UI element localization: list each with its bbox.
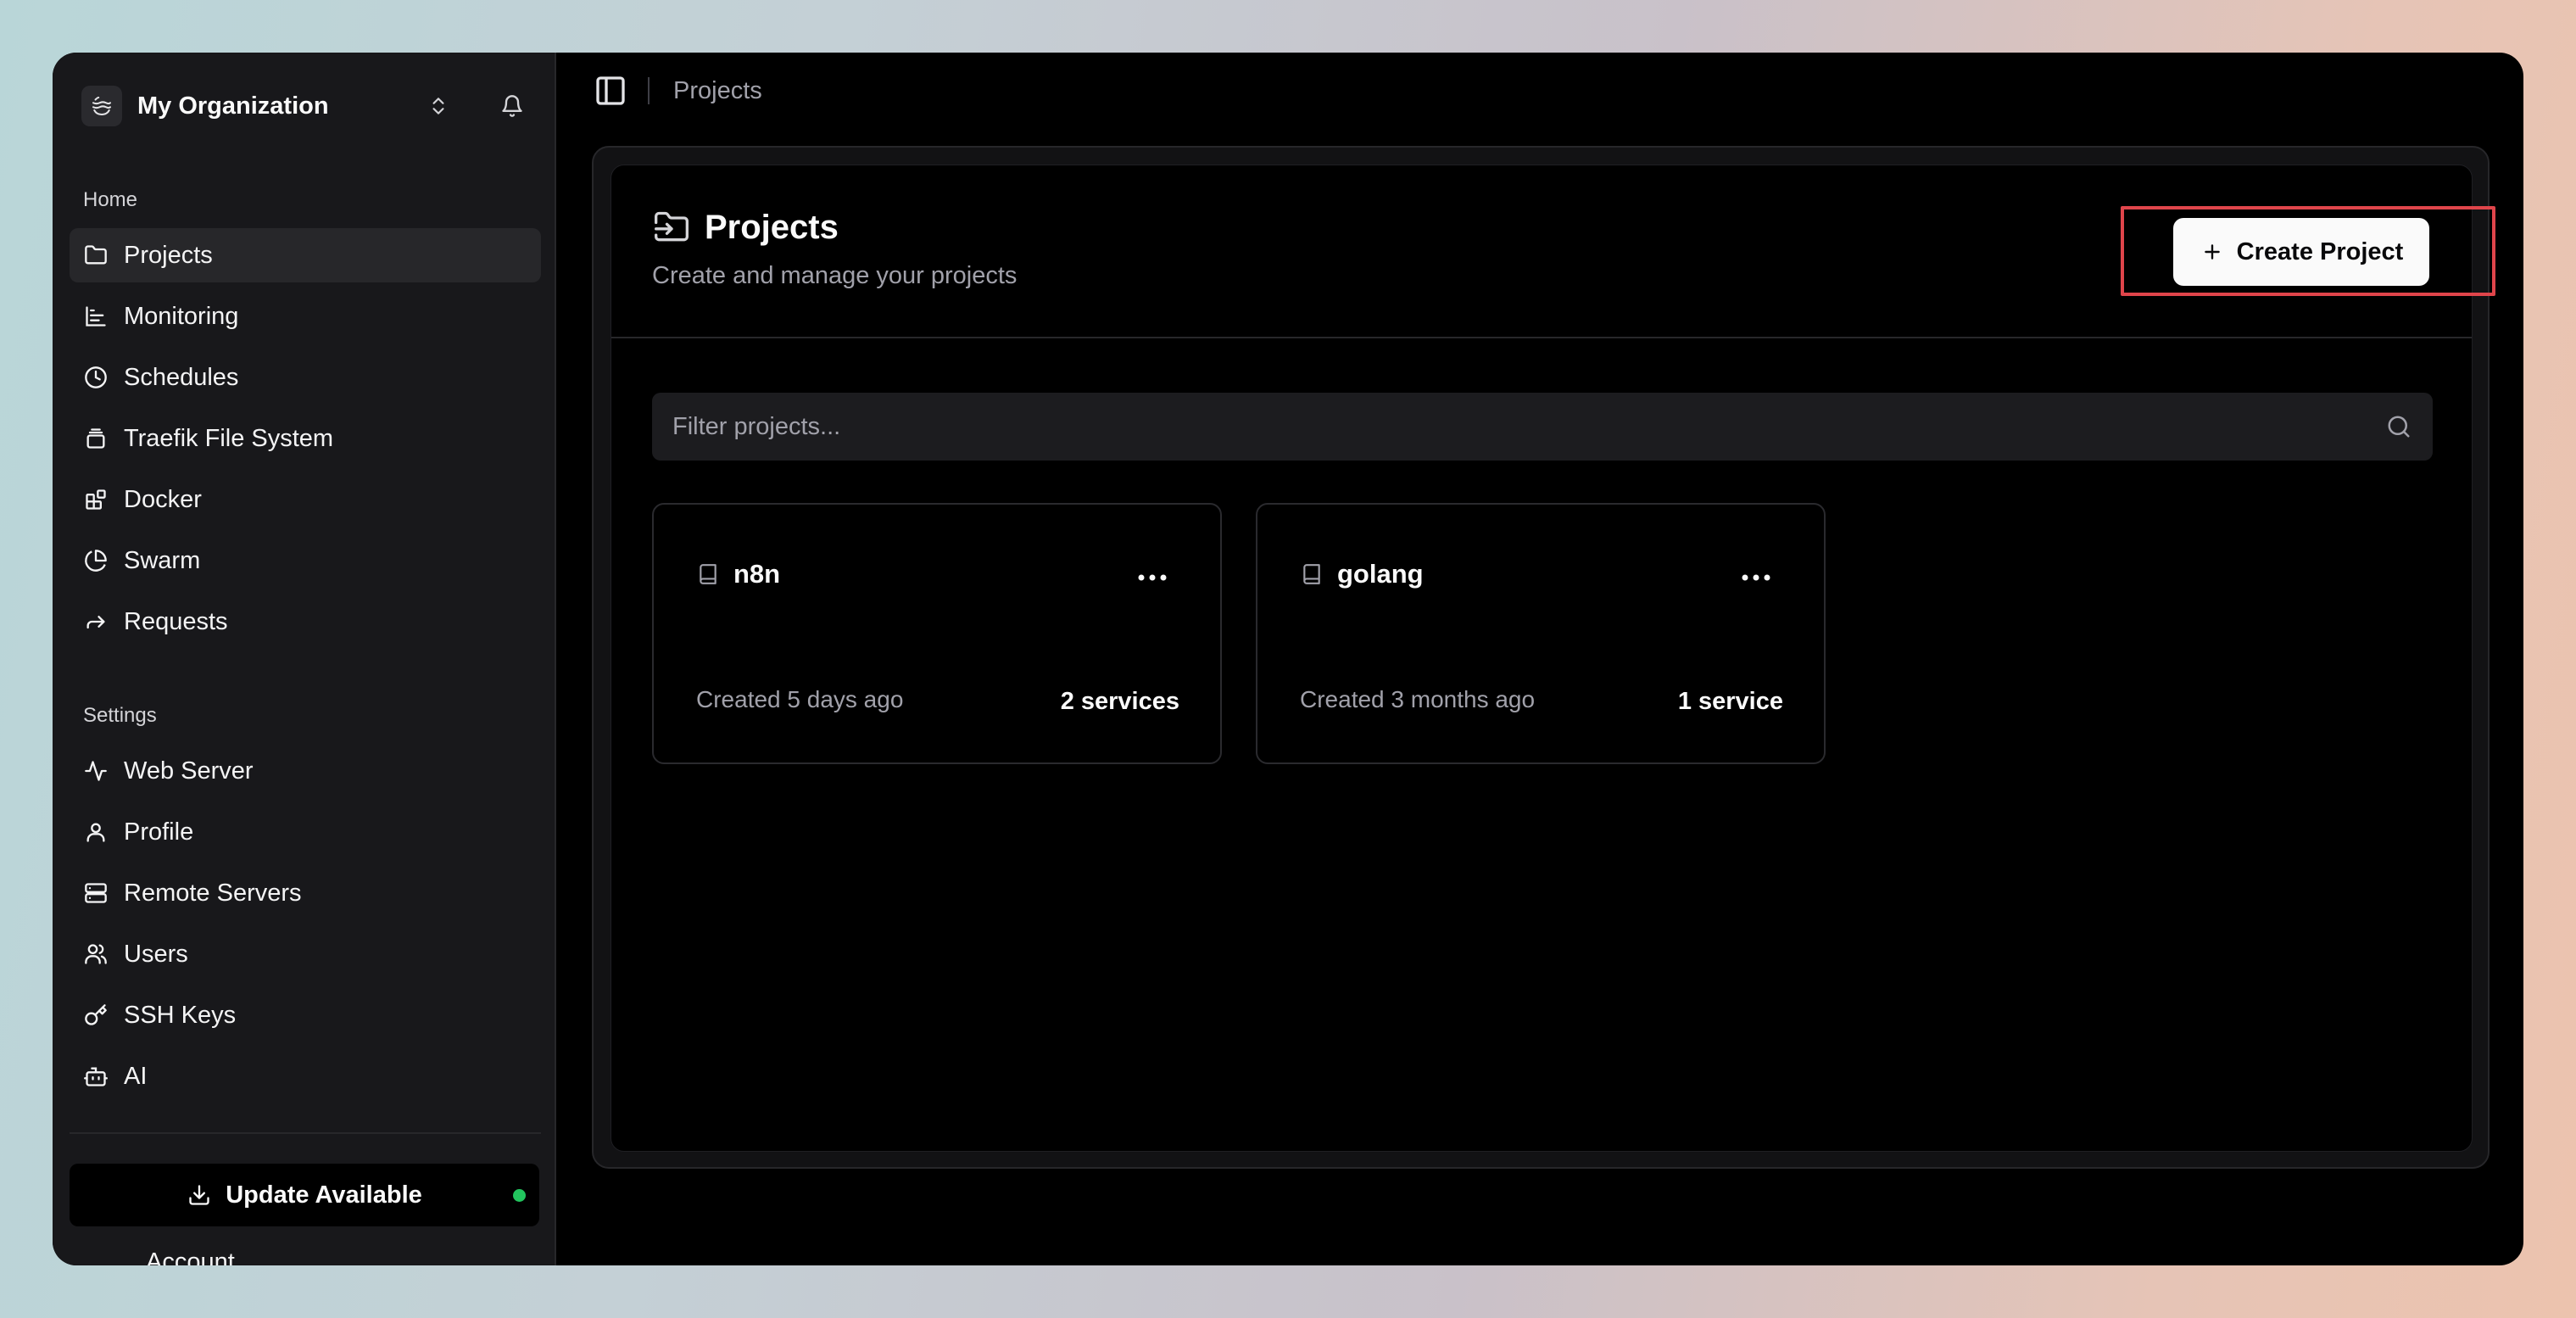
- book-icon: [1300, 561, 1324, 588]
- page-subtitle: Create and manage your projects: [652, 262, 1018, 289]
- update-label: Update Available: [226, 1181, 422, 1209]
- folder-input-icon: [652, 208, 691, 247]
- download-icon: [187, 1182, 212, 1208]
- sidebar-item-label: Swarm: [124, 546, 201, 574]
- org-name: My Organization: [137, 92, 329, 120]
- server-icon: [83, 880, 109, 906]
- clock-icon: [83, 365, 109, 390]
- sidebar-item-label: Traefik File System: [124, 424, 334, 452]
- sidebar-item-traefik-file-system[interactable]: Traefik File System: [70, 411, 541, 466]
- project-name: n8n: [733, 559, 781, 589]
- plus-icon: [2200, 239, 2225, 265]
- home-section-label: Home: [83, 188, 138, 211]
- filter-projects-field[interactable]: [652, 393, 2433, 461]
- sidebar-item-ssh-keys[interactable]: SSH Keys: [70, 988, 541, 1042]
- more-options-icon[interactable]: [1739, 569, 1773, 586]
- project-created: Created 5 days ago: [696, 686, 904, 712]
- sidebar-item-label: Schedules: [124, 363, 239, 391]
- forward-arrow-icon: [83, 609, 109, 634]
- app-window: My Organization Home Projects Monitoring: [53, 53, 2523, 1265]
- key-icon: [83, 1002, 109, 1028]
- page-title: Projects: [705, 208, 839, 246]
- more-options-icon[interactable]: [1135, 569, 1169, 586]
- sidebar-item-label: Monitoring: [124, 302, 239, 330]
- project-created: Created 3 months ago: [1300, 686, 1536, 712]
- sidebar-item-label: SSH Keys: [124, 1001, 237, 1029]
- create-project-button[interactable]: Create Project: [2173, 218, 2429, 286]
- blocks-icon: [83, 487, 109, 512]
- bot-icon: [83, 1064, 109, 1089]
- sidebar-item-swarm[interactable]: Swarm: [70, 533, 541, 588]
- sidebar-item-label: Web Server: [124, 757, 254, 785]
- sidebar-item-label: Remote Servers: [124, 879, 302, 907]
- sidebar-item-schedules[interactable]: Schedules: [70, 350, 541, 405]
- sidebar-divider: [70, 1132, 541, 1134]
- project-services-count: 2 services: [1060, 688, 1179, 715]
- sidebar-item-docker[interactable]: Docker: [70, 472, 541, 527]
- topbar-separator: [648, 77, 650, 104]
- layers-icon: [83, 426, 109, 451]
- update-available-button[interactable]: Update Available: [70, 1164, 539, 1226]
- projects-card: Projects Create and manage your projects…: [611, 165, 2495, 1152]
- chart-icon: [83, 304, 109, 329]
- update-status-dot: [513, 1189, 526, 1202]
- project-services-count: 1 service: [1677, 688, 1783, 715]
- main-content: Projects Projects Create and manage your…: [556, 53, 2523, 1265]
- sidebar-item-web-server[interactable]: Web Server: [70, 744, 541, 798]
- project-card-n8n[interactable]: n8n Created 5 days ago 2 services: [652, 503, 1222, 764]
- sidebar-item-profile[interactable]: Profile: [70, 805, 541, 859]
- folder-icon: [83, 243, 109, 268]
- sidebar-item-projects[interactable]: Projects: [70, 228, 541, 282]
- sidebar-item-label: Profile: [124, 818, 194, 846]
- settings-section-label: Settings: [83, 704, 157, 727]
- chevrons-up-down-icon[interactable]: [423, 91, 454, 121]
- user-icon: [83, 819, 109, 845]
- sidebar-item-monitoring[interactable]: Monitoring: [70, 289, 541, 343]
- project-name: golang: [1337, 559, 1424, 589]
- bell-icon[interactable]: [497, 91, 527, 121]
- sidebar-toggle-icon[interactable]: [592, 72, 629, 109]
- book-icon: [696, 561, 720, 588]
- sidebar-item-label: Requests: [124, 607, 228, 635]
- sidebar-item-users[interactable]: Users: [70, 927, 541, 981]
- breadcrumb[interactable]: Projects: [673, 77, 762, 105]
- topbar: Projects: [592, 71, 762, 110]
- search-icon: [2385, 413, 2412, 440]
- sidebar-cutoff-item: Account: [146, 1248, 235, 1265]
- sidebar-item-label: Projects: [124, 241, 213, 269]
- activity-icon: [83, 758, 109, 784]
- sidebar-item-requests[interactable]: Requests: [70, 595, 541, 649]
- content-panel: Projects Create and manage your projects…: [592, 146, 2495, 1169]
- page-header: Projects Create and manage your projects: [652, 208, 1017, 290]
- create-project-label: Create Project: [2236, 237, 2404, 265]
- sidebar-item-ai[interactable]: AI: [70, 1049, 541, 1103]
- header-divider: [611, 337, 2472, 338]
- pie-chart-icon: [83, 548, 109, 573]
- filter-projects-input[interactable]: [672, 412, 2351, 441]
- sidebar: My Organization Home Projects Monitoring: [53, 53, 556, 1265]
- org-logo-icon: [81, 86, 122, 126]
- sidebar-item-remote-servers[interactable]: Remote Servers: [70, 866, 541, 920]
- sidebar-item-label: Users: [124, 940, 188, 968]
- users-icon: [83, 941, 109, 967]
- sidebar-item-label: Docker: [124, 485, 202, 513]
- org-switcher[interactable]: My Organization: [81, 85, 527, 127]
- sidebar-item-label: AI: [124, 1062, 148, 1090]
- project-card-golang[interactable]: golang Created 3 months ago 1 service: [1256, 503, 1826, 764]
